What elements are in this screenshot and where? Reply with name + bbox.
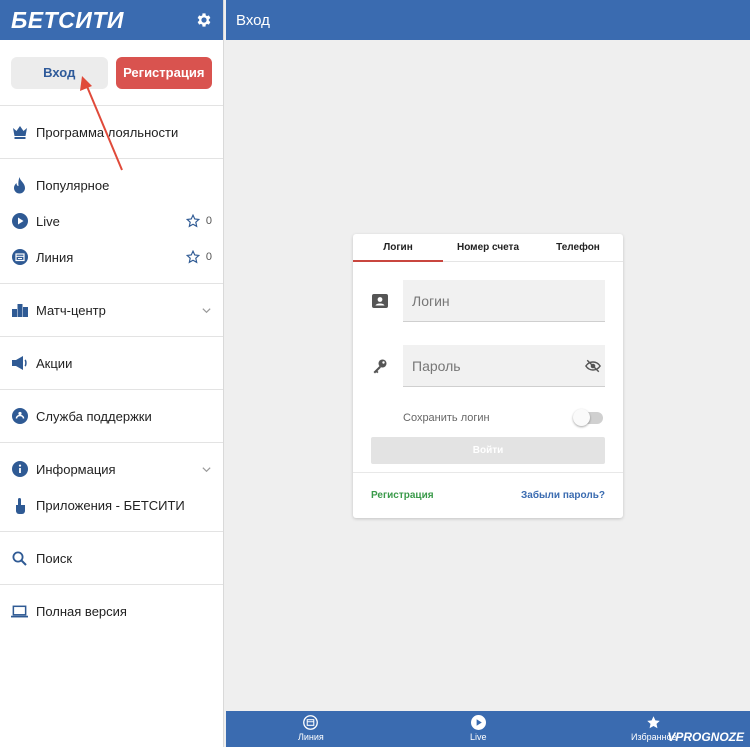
calendar-icon	[11, 249, 28, 266]
login-tabs: Логин Номер счета Телефон	[353, 234, 623, 262]
save-login-row: Сохранить логин	[403, 409, 603, 426]
menu-group-info: Информация Приложения - БЕТСИТИ	[0, 443, 223, 532]
sidebar-item-label: Акции	[36, 355, 73, 371]
logo[interactable]: БЕТСИТИ	[11, 7, 124, 34]
sidebar-item-promotions[interactable]: Акции	[0, 345, 223, 381]
sidebar-item-apps[interactable]: Приложения - БЕТСИТИ	[0, 487, 223, 523]
flame-icon	[11, 176, 28, 194]
star-icon	[185, 214, 200, 228]
sidebar-item-label: Приложения - БЕТСИТИ	[36, 497, 185, 513]
laptop-icon	[11, 603, 28, 620]
chevron-down-icon[interactable]	[201, 464, 212, 475]
bottom-nav-label: Линия	[298, 732, 324, 742]
sidebar-item-label: Матч-центр	[36, 302, 106, 318]
register-link[interactable]: Регистрация	[371, 490, 434, 501]
menu-group-loyalty: Программа лояльности	[0, 106, 223, 159]
bottom-nav-live[interactable]: Live	[470, 715, 487, 742]
login-button[interactable]: Вход	[11, 56, 108, 89]
search-icon	[11, 550, 28, 567]
sidebar-item-support[interactable]: Служба поддержки	[0, 398, 223, 434]
tap-icon	[11, 497, 28, 514]
chevron-down-icon[interactable]	[201, 305, 212, 316]
card-footer: Регистрация Забыли пароль?	[353, 472, 623, 518]
star-icon	[185, 250, 200, 264]
menu-group-full: Полная версия	[0, 585, 223, 637]
sidebar-item-information[interactable]: Информация	[0, 451, 223, 487]
sidebar-item-label: Поиск	[36, 550, 73, 566]
sidebar-header: БЕТСИТИ	[0, 0, 223, 40]
calendar-icon	[303, 715, 319, 730]
sidebar-item-label: Популярное	[36, 177, 110, 193]
menu-group-support: Служба поддержки	[0, 390, 223, 443]
password-placeholder: Пароль	[412, 357, 461, 374]
menu-group-events: Популярное Live 0 Линия 0	[0, 159, 223, 284]
favorite-count: 0	[205, 215, 212, 227]
sidebar-item-search[interactable]: Поиск	[0, 540, 223, 576]
tab-login[interactable]: Логин	[353, 234, 443, 262]
gear-icon[interactable]	[195, 11, 213, 29]
submit-button[interactable]: Войти	[371, 437, 605, 464]
sidebar-item-popular[interactable]: Популярное	[0, 167, 223, 203]
login-row: Логин	[371, 280, 605, 322]
favorite-live[interactable]: 0	[185, 214, 212, 228]
sidebar-item-live[interactable]: Live 0	[0, 203, 223, 239]
page-title: Вход	[226, 0, 750, 40]
favorite-line[interactable]: 0	[185, 250, 212, 264]
save-login-toggle[interactable]	[573, 409, 603, 426]
sidebar-item-label: Полная версия	[36, 603, 127, 619]
register-button[interactable]: Регистрация	[115, 56, 212, 89]
megaphone-icon	[11, 355, 28, 372]
menu-group-matchcenter: Матч-центр	[0, 284, 223, 337]
sidebar-item-line[interactable]: Линия 0	[0, 239, 223, 275]
play-icon	[470, 715, 486, 730]
bottom-nav-label: Live	[470, 732, 487, 742]
favorite-count: 0	[205, 251, 212, 263]
login-card: Логин Номер счета Телефон Логин Пароль С…	[353, 234, 623, 518]
eye-off-icon[interactable]	[585, 358, 601, 374]
auth-buttons: Вход Регистрация	[0, 40, 223, 106]
bottom-nav: Линия Live Избранное VPROGNOZE	[226, 711, 750, 747]
key-icon	[373, 359, 387, 374]
play-icon	[11, 213, 28, 230]
watermark: VPROGNOZE	[667, 730, 744, 744]
tab-account-number[interactable]: Номер счета	[443, 234, 533, 261]
sidebar: БЕТСИТИ Вход Регистрация Программа лояль…	[0, 0, 224, 747]
password-row: Пароль	[371, 345, 605, 387]
sidebar-item-full-version[interactable]: Полная версия	[0, 593, 223, 629]
podium-icon	[11, 302, 28, 319]
password-input[interactable]: Пароль	[403, 345, 605, 387]
login-input[interactable]: Логин	[403, 280, 605, 322]
info-icon	[11, 461, 28, 478]
save-login-label: Сохранить логин	[403, 412, 490, 424]
sidebar-item-match-center[interactable]: Матч-центр	[0, 292, 223, 328]
forgot-password-link[interactable]: Забыли пароль?	[521, 490, 605, 501]
sidebar-item-loyalty[interactable]: Программа лояльности	[0, 114, 223, 150]
sidebar-item-label: Служба поддержки	[36, 408, 152, 424]
chat-icon	[11, 408, 28, 425]
id-card-icon	[372, 294, 388, 308]
menu-group-promo: Акции	[0, 337, 223, 390]
sidebar-item-label: Live	[36, 213, 60, 229]
sidebar-item-label: Программа лояльности	[36, 124, 179, 140]
menu-group-search: Поиск	[0, 532, 223, 585]
crown-icon	[11, 124, 28, 141]
sidebar-item-label: Информация	[36, 461, 116, 477]
bottom-nav-line[interactable]: Линия	[298, 715, 324, 742]
star-icon	[647, 716, 661, 729]
sidebar-item-label: Линия	[36, 249, 74, 265]
tab-phone[interactable]: Телефон	[533, 234, 623, 261]
